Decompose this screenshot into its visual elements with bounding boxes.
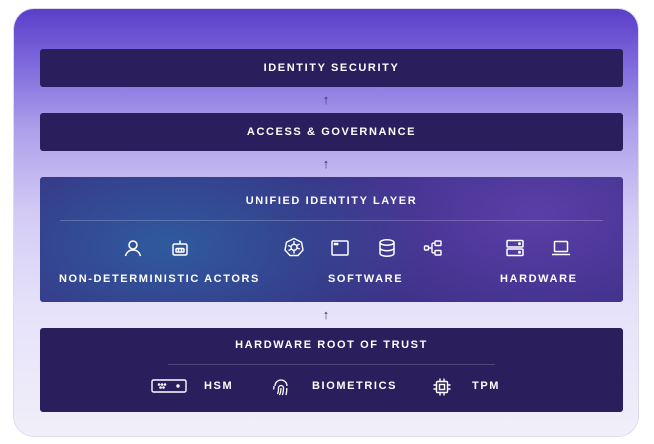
workflow-icon	[423, 238, 443, 258]
kubernetes-icon	[284, 237, 304, 257]
up-arrow-icon: ↑	[322, 92, 330, 107]
user-icon	[123, 238, 143, 258]
divider	[60, 220, 603, 221]
divider	[168, 364, 495, 365]
database-icon	[377, 238, 397, 258]
hsm-label: HSM	[204, 380, 234, 392]
app-window-icon	[330, 238, 350, 258]
unified-identity-layer: UNIFIED IDENTITY LAYER NON-DETERMINISTIC…	[40, 177, 623, 302]
unified-identity-label: UNIFIED IDENTITY LAYER	[245, 195, 418, 207]
up-arrow-icon: ↑	[322, 156, 330, 171]
identity-security-label: IDENTITY SECURITY	[263, 62, 400, 74]
up-arrow-icon: ↑	[322, 307, 330, 322]
access-governance-layer: ACCESS & GOVERNANCE	[40, 113, 623, 151]
chip-icon	[432, 377, 452, 397]
server-icon	[505, 238, 525, 258]
access-governance-label: ACCESS & GOVERNANCE	[246, 126, 417, 138]
hardware-label: HARDWARE	[500, 273, 578, 285]
root-of-trust-label: HARDWARE ROOT OF TRUST	[235, 339, 428, 351]
hardware-root-of-trust-layer: HARDWARE ROOT OF TRUST HSM BIOMETRICS TP…	[40, 328, 623, 412]
hsm-icon	[151, 376, 187, 396]
architecture-diagram: IDENTITY SECURITY ↑ ACCESS & GOVERNANCE …	[14, 9, 638, 436]
software-label: SOFTWARE	[328, 273, 404, 285]
biometrics-label: BIOMETRICS	[312, 380, 398, 392]
identity-security-layer: IDENTITY SECURITY	[40, 49, 623, 87]
actors-label: NON-DETERMINISTIC ACTORS	[59, 273, 260, 285]
tpm-label: TPM	[472, 380, 501, 392]
robot-icon	[170, 238, 190, 258]
fingerprint-icon	[271, 377, 291, 397]
laptop-icon	[551, 238, 571, 258]
